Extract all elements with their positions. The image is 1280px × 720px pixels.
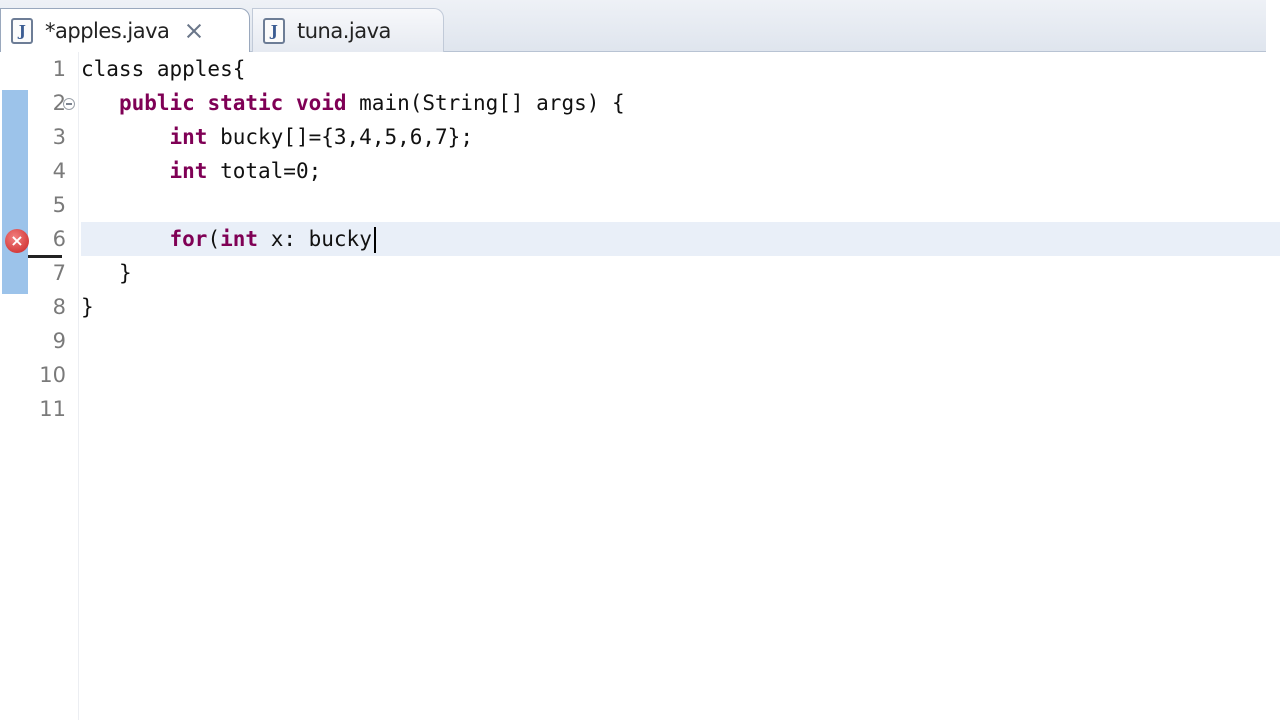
code-token: class apples{ (81, 57, 246, 81)
code-token: } (118, 261, 132, 285)
code-line[interactable]: for(int x: bucky (81, 222, 1280, 256)
line-number: 6 (52, 227, 66, 251)
code-editor[interactable]: × 1 2 3 4 5 6 7 8 9 10 11 class apples{ public sta… (0, 52, 1280, 720)
line-number: 7 (52, 261, 66, 285)
code-text-area[interactable]: class apples{ public static void main(St… (81, 52, 1280, 426)
tab-label: *apples.java (45, 18, 170, 43)
collapse-icon[interactable] (63, 98, 75, 110)
code-line[interactable]: } (81, 256, 1280, 290)
error-icon[interactable]: × (5, 229, 29, 253)
code-token: total=0; (207, 159, 322, 183)
code-line[interactable]: int bucky[]={3,4,5,6,7}; (81, 120, 1280, 154)
java-file-icon: J (263, 17, 285, 44)
text-caret (373, 227, 376, 253)
code-line[interactable] (81, 188, 1280, 222)
code-keyword: int (169, 159, 208, 183)
editor-tab-bar: J *apples.java J tuna.java (0, 0, 1280, 52)
line-number: 3 (52, 125, 66, 149)
line-number: 4 (52, 159, 66, 183)
line-number: 8 (52, 295, 66, 319)
code-line[interactable]: public static void main(String[] args) { (81, 86, 1280, 120)
gutter-divider (78, 52, 79, 720)
code-token: x: bucky (258, 227, 372, 251)
code-line[interactable]: class apples{ (81, 52, 1280, 86)
java-file-icon: J (11, 17, 33, 44)
line-number: 9 (52, 329, 66, 353)
tab-apples-java[interactable]: J *apples.java (0, 8, 250, 52)
line-number: 10 (39, 363, 66, 387)
line-number: 11 (39, 397, 66, 421)
code-keyword: int (169, 125, 208, 149)
quick-diff-change-marker (2, 90, 28, 294)
code-line[interactable] (81, 392, 1280, 426)
tab-label: tuna.java (297, 18, 391, 43)
editor-window: J *apples.java J tuna.java × 1 2 3 4 5 6 7 8 9 10… (0, 0, 1280, 720)
line-number-ruler: 1 2 3 4 5 6 7 8 9 10 11 (28, 52, 66, 426)
code-line[interactable]: int total=0; (81, 154, 1280, 188)
tab-tuna-java[interactable]: J tuna.java (252, 8, 444, 52)
close-icon[interactable] (185, 22, 203, 40)
code-token: } (81, 295, 94, 319)
code-keyword: public static void (118, 91, 347, 115)
code-token: main(String[] args) { (346, 91, 625, 115)
code-keyword: int (220, 227, 259, 251)
annotation-ruler[interactable]: × (0, 52, 29, 720)
code-line[interactable] (81, 324, 1280, 358)
code-line[interactable]: } (81, 290, 1280, 324)
line-number: 5 (52, 193, 66, 217)
code-token: ( (207, 227, 221, 251)
code-line[interactable] (81, 358, 1280, 392)
code-token: bucky[]={3,4,5,6,7}; (207, 125, 473, 149)
tab-bar-edge (1266, 0, 1280, 52)
code-keyword: for (169, 227, 208, 251)
line-number: 1 (52, 57, 66, 81)
line-number: 2 (52, 91, 66, 115)
